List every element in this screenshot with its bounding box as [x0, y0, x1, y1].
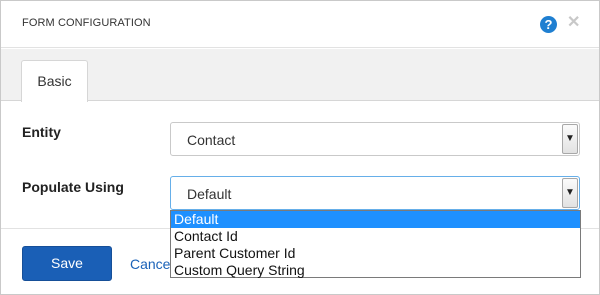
populate-using-dropdown-list: Default Contact Id Parent Customer Id Cu…: [170, 210, 581, 278]
populate-using-label: Populate Using: [22, 179, 124, 195]
tab-bar: Basic: [1, 49, 599, 102]
save-button[interactable]: Save: [22, 246, 112, 281]
cancel-link[interactable]: Cancel: [130, 256, 174, 272]
entity-select[interactable]: Contact ▼: [170, 122, 580, 156]
dropdown-option-contact-id[interactable]: Contact Id: [171, 228, 580, 245]
form-configuration-dialog: FORM CONFIGURATION ? ✕ Basic Entity Cont…: [0, 0, 600, 295]
populate-using-select[interactable]: Default ▼: [170, 176, 580, 210]
help-icon[interactable]: ?: [540, 16, 557, 33]
dropdown-option-custom-query-string[interactable]: Custom Query String: [171, 262, 580, 279]
dialog-title: FORM CONFIGURATION: [22, 17, 151, 29]
tab-basic[interactable]: Basic: [21, 60, 88, 102]
dropdown-option-default[interactable]: Default: [171, 211, 580, 228]
chevron-down-icon[interactable]: ▼: [562, 124, 578, 154]
entity-select-value: Contact: [187, 132, 236, 148]
dialog-header: FORM CONFIGURATION ? ✕: [1, 1, 599, 48]
entity-label: Entity: [22, 124, 61, 140]
chevron-down-icon[interactable]: ▼: [562, 178, 578, 208]
populate-using-select-value: Default: [187, 186, 232, 202]
close-icon[interactable]: ✕: [567, 14, 580, 32]
dropdown-option-parent-customer-id[interactable]: Parent Customer Id: [171, 245, 580, 262]
